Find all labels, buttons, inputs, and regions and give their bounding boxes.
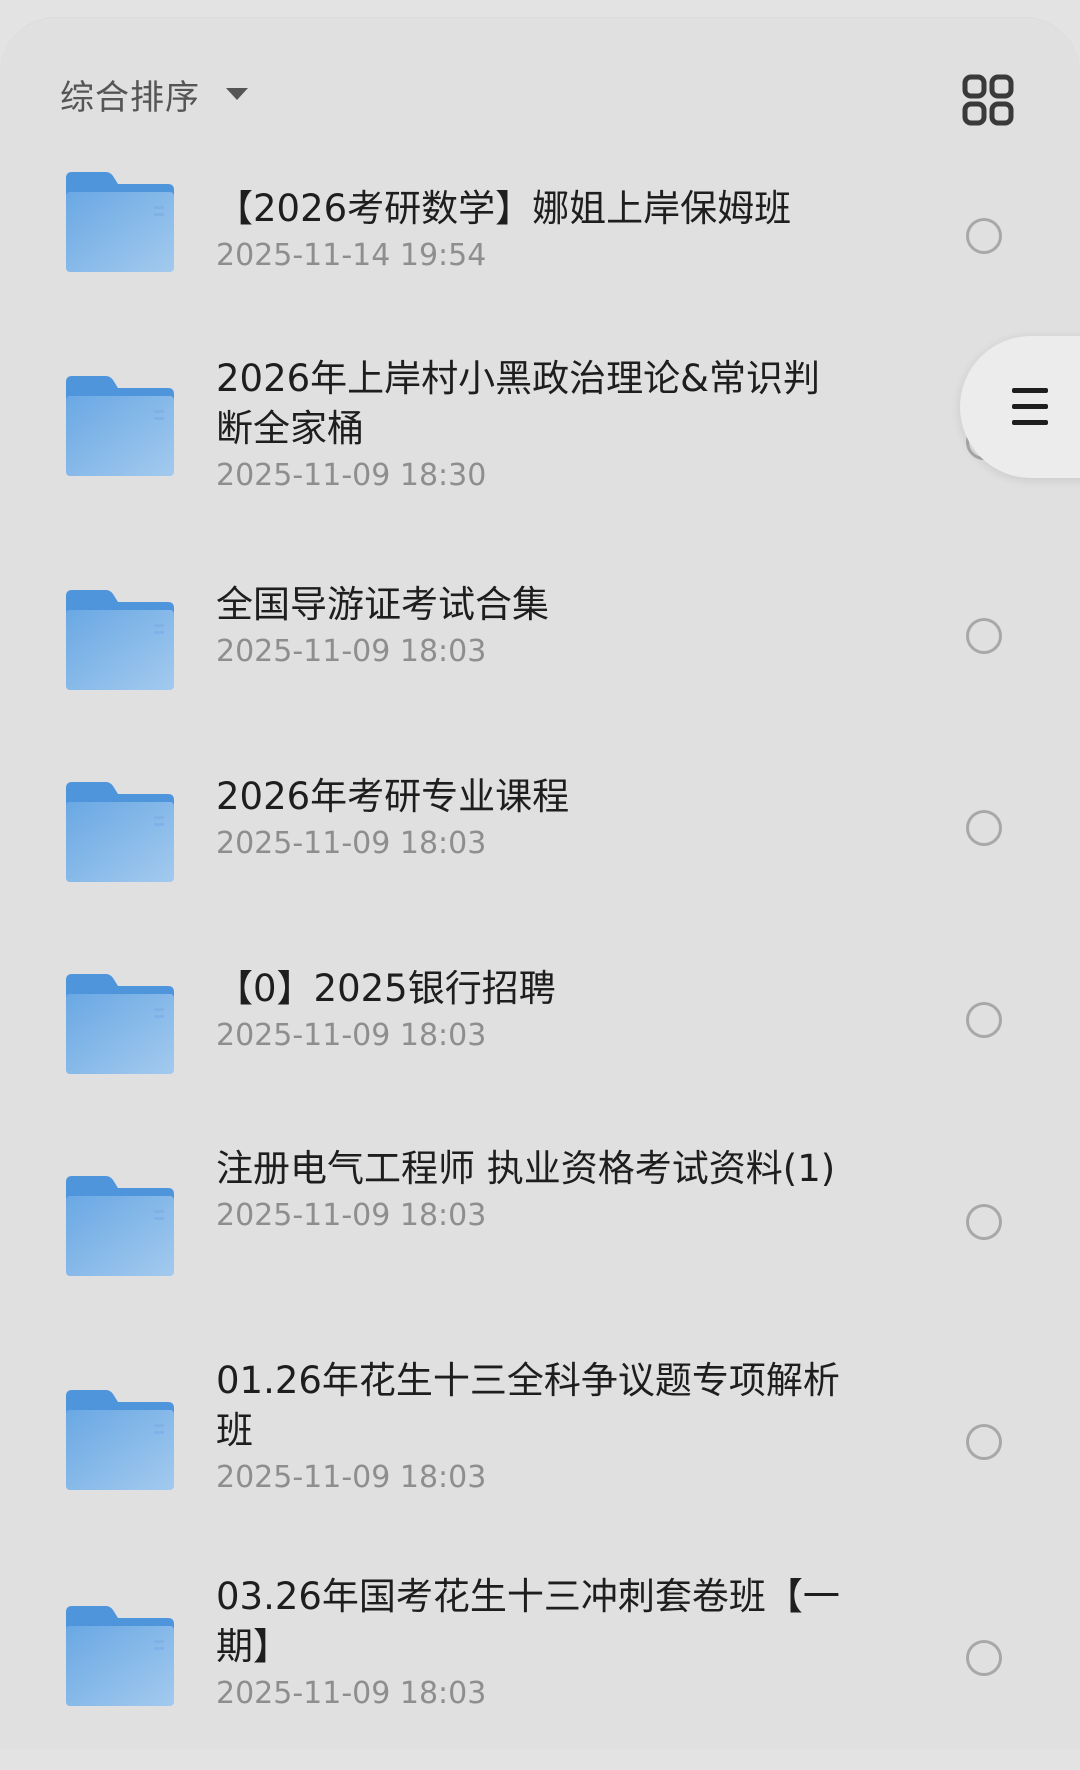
file-name: 【2026考研数学】娜姐上岸保姆班 <box>216 187 792 230</box>
file-info: 03.26年国考花生十三冲刺套卷班【一期】 2025-11-09 18:03 <box>216 1572 856 1714</box>
list-item[interactable]: 03.26年国考花生十三冲刺套卷班【一期】 2025-11-09 18:03 <box>0 1570 1080 1770</box>
file-date: 2025-11-09 18:03 <box>216 1676 487 1711</box>
select-radio[interactable] <box>966 218 1002 254</box>
grid-view-toggle-button[interactable] <box>962 74 1014 126</box>
file-info: 【0】2025银行招聘 2025-11-09 18:03 <box>216 964 856 1056</box>
file-name: 注册电气工程师 执业资格考试资料(1) <box>216 1147 836 1190</box>
file-info: 2026年考研专业课程 2025-11-09 18:03 <box>216 772 856 864</box>
file-date: 2025-11-14 19:54 <box>216 238 487 273</box>
file-date: 2025-11-09 18:03 <box>216 1198 487 1233</box>
folder-icon <box>66 782 174 882</box>
list-item[interactable]: 【0】2025银行招聘 2025-11-09 18:03 <box>0 952 1080 1122</box>
folder-icon <box>66 1606 174 1706</box>
folder-icon <box>66 590 174 690</box>
grid-view-icon <box>962 74 1014 126</box>
file-list-sheet: 综合排序 【2026考研数学】娜姐上岸保姆班 2025-11-14 19:54 … <box>0 18 1080 1749</box>
select-radio[interactable] <box>966 1424 1002 1460</box>
list-header: 综合排序 <box>0 18 1080 158</box>
file-info: 01.26年花生十三全科争议题专项解析班 2025-11-09 18:03 <box>216 1356 856 1498</box>
folder-icon <box>66 974 174 1074</box>
file-name: 2026年上岸村小黑政治理论&常识判断全家桶 <box>216 357 821 450</box>
folder-icon <box>66 376 174 476</box>
select-radio[interactable] <box>966 1204 1002 1240</box>
file-date: 2025-11-09 18:03 <box>216 1018 487 1053</box>
list-item[interactable]: 01.26年花生十三全科争议题专项解析班 2025-11-09 18:03 <box>0 1354 1080 1554</box>
file-info: 全国导游证考试合集 2025-11-09 18:03 <box>216 580 856 672</box>
select-radio[interactable] <box>966 1640 1002 1676</box>
select-radio[interactable] <box>966 1002 1002 1038</box>
file-name: 2026年考研专业课程 <box>216 775 570 818</box>
folder-icon <box>66 172 174 272</box>
file-info: 注册电气工程师 执业资格考试资料(1) 2025-11-09 18:03 <box>216 1144 856 1236</box>
list-item[interactable]: 【2026考研数学】娜姐上岸保姆班 2025-11-14 19:54 <box>0 158 1080 328</box>
menu-icon <box>1012 388 1048 425</box>
list-item[interactable]: 注册电气工程师 执业资格考试资料(1) 2025-11-09 18:03 <box>0 1144 1080 1344</box>
list-item[interactable]: 2026年考研专业课程 2025-11-09 18:03 <box>0 760 1080 930</box>
file-info: 【2026考研数学】娜姐上岸保姆班 2025-11-14 19:54 <box>216 184 856 276</box>
select-radio[interactable] <box>966 618 1002 654</box>
file-date: 2025-11-09 18:30 <box>216 458 487 493</box>
list-item[interactable]: 2026年上岸村小黑政治理论&常识判断全家桶 2025-11-09 18:30 <box>0 357 1080 558</box>
folder-icon <box>66 1176 174 1276</box>
folder-icon <box>66 1390 174 1490</box>
caret-down-icon <box>226 88 248 100</box>
sort-label: 综合排序 <box>60 77 200 118</box>
file-name: 全国导游证考试合集 <box>216 583 549 626</box>
file-name: 03.26年国考花生十三冲刺套卷班【一期】 <box>216 1575 840 1668</box>
file-info: 2026年上岸村小黑政治理论&常识判断全家桶 2025-11-09 18:30 <box>216 354 856 496</box>
select-radio[interactable] <box>966 810 1002 846</box>
sort-dropdown-button[interactable]: 综合排序 <box>60 66 248 122</box>
file-date: 2025-11-09 18:03 <box>216 826 487 861</box>
file-date: 2025-11-09 18:03 <box>216 1460 487 1495</box>
file-date: 2025-11-09 18:03 <box>216 634 487 669</box>
file-name: 【0】2025银行招聘 <box>216 967 556 1010</box>
list-item[interactable]: 全国导游证考试合集 2025-11-09 18:03 <box>0 568 1080 738</box>
file-name: 01.26年花生十三全科争议题专项解析班 <box>216 1359 840 1452</box>
